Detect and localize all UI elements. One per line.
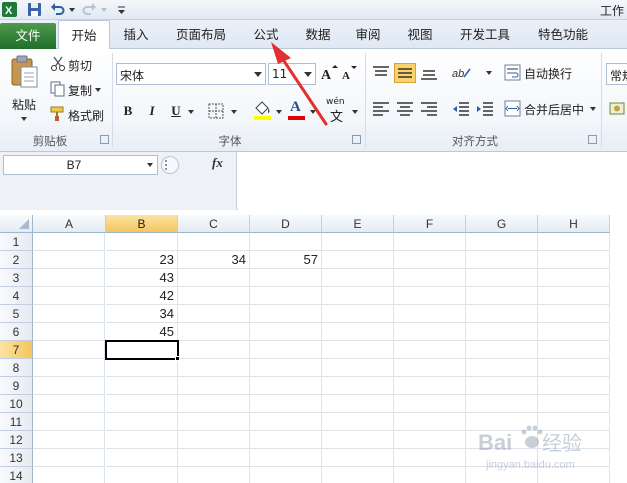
baidu-paw-logo: Bai 经验 jingyan.baidu.com [478,425,582,471]
baidu-jingyan-watermark: Bai 经验 jingyan.baidu.com [478,420,623,476]
svg-text:jingyan.baidu.com: jingyan.baidu.com [485,459,575,471]
svg-text:Bai: Bai [478,430,512,455]
annotation-arrow [271,42,328,126]
annotation-arrow-head [271,42,291,64]
svg-text:经验: 经验 [542,431,582,455]
annotation-arrow-line [280,56,328,126]
